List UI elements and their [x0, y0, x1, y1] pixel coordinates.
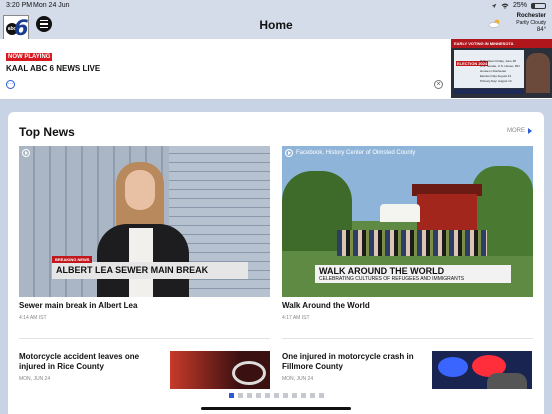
battery-percent: 25%	[512, 2, 527, 9]
status-bar: 3:20 PM Mon 24 Jun 25%	[0, 0, 552, 12]
story-video-sewer[interactable]: BREAKING NEWS ALBERT LEA SEWER MAIN BREA…	[19, 146, 270, 297]
story-headline[interactable]: Walk Around the World	[282, 301, 533, 311]
page-dot[interactable]	[300, 393, 306, 398]
story-timestamp: MON, JUN 24	[19, 376, 51, 382]
location-icon	[491, 3, 497, 8]
page-dot[interactable]	[246, 393, 252, 398]
weather-temperature: 84°	[536, 27, 546, 33]
close-button[interactable]: ×	[434, 80, 443, 89]
nav-bar: abc 6 Home Rochester Partly Cloudy 84°	[0, 12, 552, 42]
status-time: 3:20 PM	[6, 2, 33, 9]
home-indicator[interactable]	[201, 407, 351, 410]
story-headline[interactable]: Sewer main break in Albert Lea	[19, 301, 270, 311]
divider	[282, 338, 533, 339]
page-dot[interactable]	[273, 393, 279, 398]
page-dot[interactable]	[282, 393, 288, 398]
battery-icon	[531, 2, 546, 9]
now-playing-thumbnail[interactable]: EARLY VOTING IN MINNESOTA ELECTION 2024 …	[451, 39, 552, 98]
thumb-anchor	[526, 53, 550, 93]
play-icon	[285, 149, 293, 157]
page-dot[interactable]	[309, 393, 315, 398]
thumb-panel: ELECTION 2024 Polls Open Friday, June 28…	[454, 50, 524, 88]
story-headline[interactable]: Motorcycle accident leaves one injured i…	[19, 352, 164, 372]
thumb-lower-bar	[454, 89, 524, 94]
page-dot[interactable]	[255, 393, 261, 398]
top-news-card: Top News MORE BREAKING NEWS ALBERT LEA S…	[8, 112, 544, 414]
page-dot[interactable]	[228, 393, 234, 398]
play-icon	[22, 149, 30, 157]
page-control[interactable]	[0, 393, 552, 398]
page-dot[interactable]	[291, 393, 297, 398]
thumb-line: U.S. Senate, U.S. House, MN House in Roc…	[480, 64, 520, 73]
now-playing-title: KAAL ABC 6 NEWS LIVE	[6, 64, 101, 73]
weather-widget[interactable]: Rochester Partly Cloudy 84°	[486, 13, 546, 34]
status-right: 25%	[491, 2, 546, 9]
thumb-header: EARLY VOTING IN MINNESOTA	[451, 39, 552, 48]
page-title: Home	[259, 18, 293, 32]
now-playing-badge: NOW PLAYING	[6, 53, 53, 61]
section-title: Top News	[19, 125, 75, 139]
video-source: Facebook, History Center of Olmsted Coun…	[296, 150, 416, 156]
story-thumbnail[interactable]	[432, 351, 532, 389]
lower-third: WALK AROUND THE WORLD CELEBRATING CULTUR…	[315, 265, 511, 283]
divider	[19, 338, 270, 339]
play-arrow-icon	[528, 128, 532, 134]
status-date: Mon 24 Jun	[33, 2, 70, 9]
story-thumbnail[interactable]	[170, 351, 270, 389]
page-dot[interactable]	[264, 393, 270, 398]
now-playing-banner[interactable]: NOW PLAYING KAAL ABC 6 NEWS LIVE ··· × E…	[0, 39, 552, 100]
video-banner-text: ALBERT LEA SEWER MAIN BREAK	[56, 265, 209, 275]
video-banner-subtext: CELEBRATING CULTURES OF REFUGEES AND IMM…	[319, 276, 465, 282]
story-timestamp: 4:17 AM IST	[282, 315, 310, 321]
breaking-tag: BREAKING NEWS	[52, 256, 93, 263]
story-video-walk[interactable]: Facebook, History Center of Olmsted Coun…	[282, 146, 533, 297]
video-banner-text: WALK AROUND THE WORLD	[319, 266, 445, 276]
partly-cloudy-icon	[488, 19, 500, 28]
page-dot[interactable]	[237, 393, 243, 398]
page-dot[interactable]	[318, 393, 324, 398]
thumb-line: Primary Day: August 13	[480, 79, 512, 83]
story-timestamp: MON, JUN 24	[282, 376, 314, 382]
thumb-lines: Polls Open Friday, June 28 U.S. Senate, …	[480, 59, 522, 84]
story-timestamp: 4:14 AM IST	[19, 315, 47, 321]
more-options-button[interactable]: ···	[6, 80, 15, 89]
more-link[interactable]: MORE	[507, 128, 532, 134]
more-label: MORE	[507, 128, 525, 134]
lower-third: BREAKING NEWS ALBERT LEA SEWER MAIN BREA…	[52, 256, 248, 279]
story-headline[interactable]: One injured in motorcycle crash in Fillm…	[282, 352, 427, 372]
wifi-icon	[501, 3, 509, 9]
